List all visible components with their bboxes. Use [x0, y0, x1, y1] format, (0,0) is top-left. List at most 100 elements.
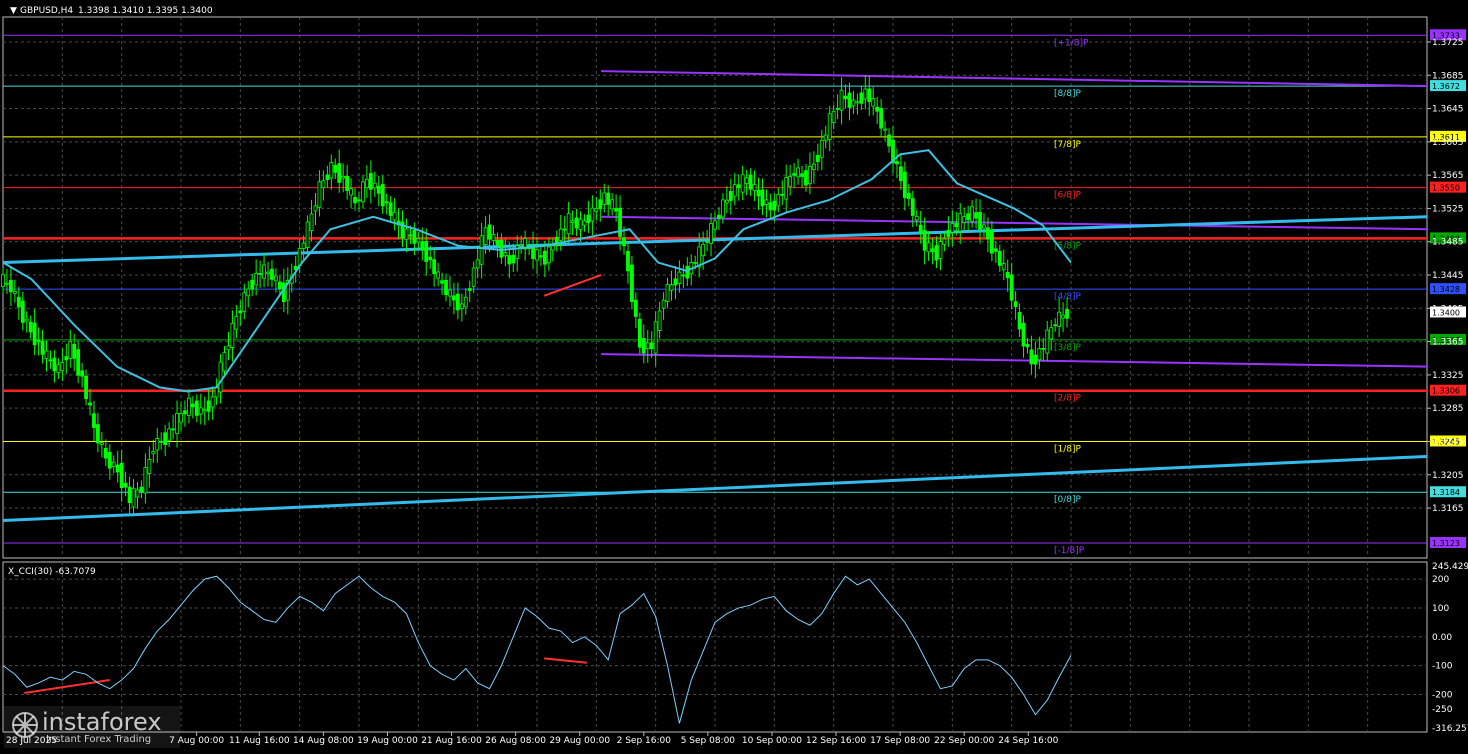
candle-body [946, 229, 951, 237]
candle-body [368, 173, 373, 190]
candle-body [483, 227, 488, 245]
candle-body [926, 242, 931, 253]
candle-body [637, 318, 642, 348]
ohlc-label: 1.3398 1.3410 1.3395 1.3400 [78, 6, 213, 16]
murray-level-label: [-1/8]P [1054, 546, 1085, 556]
candle-body [491, 234, 496, 242]
candle-body [171, 428, 175, 431]
cci-tick-label: 100 [1432, 604, 1449, 614]
candle-body [1041, 347, 1046, 350]
candle-body [645, 342, 650, 350]
candle-body [1033, 354, 1038, 365]
candle-body [151, 451, 156, 455]
candle-body [578, 218, 583, 230]
candle-body [103, 448, 108, 459]
murray-level-label: [4/8]P [1054, 292, 1082, 302]
cci-indicator-label[interactable]: X_CCI(30) -63.7079 [8, 567, 96, 577]
candle-body [859, 92, 864, 104]
time-tick-label: 10 Sep 00:00 [742, 736, 802, 746]
cci-tick-label: 245.429 [1432, 562, 1468, 572]
candle-body [574, 217, 579, 229]
candle-body [420, 241, 425, 251]
candle-body [982, 224, 986, 229]
murray-price-tag-text: 1.3123 [1432, 539, 1460, 548]
candle-body [942, 238, 947, 245]
candle-body [329, 162, 334, 179]
candle-body [179, 413, 183, 423]
candle-body [143, 467, 148, 494]
candle-body [1013, 301, 1018, 308]
price-axis-layer[interactable]: 1.3725 1.3685 1.3645 1.3605 1.3565 1.3525 1.34… [1427, 38, 1466, 514]
price-tick-label: 1.3325 [1432, 371, 1464, 381]
cci-tick-label: 200 [1432, 575, 1449, 585]
candle-body [463, 296, 468, 308]
murray-level-label: [6/8]P [1054, 191, 1082, 201]
candle-body [978, 211, 982, 230]
candle-body [622, 237, 626, 247]
candle-body [657, 310, 662, 331]
candle-body [910, 198, 915, 216]
candle-body [92, 413, 96, 428]
price-tick-label: 1.3205 [1432, 471, 1464, 481]
candle-body [341, 175, 346, 179]
candle-body [455, 293, 460, 311]
candle-body [503, 252, 508, 257]
candle-body [804, 170, 808, 186]
candle-body [693, 261, 698, 264]
candle-body [1061, 314, 1065, 319]
candle-body [811, 163, 816, 170]
candle-body [507, 255, 512, 265]
candle-body [721, 199, 725, 218]
candle-body [131, 487, 136, 508]
candle-body [135, 489, 140, 498]
price-tick-label: 1.3445 [1432, 271, 1464, 281]
candle-body [827, 113, 832, 140]
candle-body [740, 174, 745, 193]
candle-body [606, 192, 611, 205]
candle-body [309, 213, 314, 232]
candle-body [139, 486, 144, 493]
candle-body [202, 409, 207, 412]
candle-body [839, 89, 844, 111]
candle-body [851, 99, 856, 107]
candle-body [1057, 311, 1062, 328]
candle-body [190, 403, 195, 408]
symbol-header-arrow[interactable]: ▼ [10, 6, 17, 16]
candle-body [392, 211, 397, 221]
candle-body [902, 171, 907, 199]
candle-body [879, 107, 884, 129]
candle-body [479, 235, 484, 265]
candle-body [669, 284, 674, 291]
candle-body [701, 244, 706, 257]
candle-body [744, 177, 749, 184]
candle-body [1045, 329, 1050, 354]
candle-body [724, 199, 729, 204]
candle-body [408, 234, 413, 237]
candle-body [254, 273, 259, 286]
candle-body [84, 375, 88, 400]
candle-body [796, 167, 800, 178]
candle-body [831, 110, 836, 123]
price-tick-label: 1.3245 [1432, 437, 1464, 447]
candle-body [748, 174, 753, 190]
instaforex-logo-icon [12, 712, 38, 738]
candle-body [452, 295, 456, 301]
candle-body [80, 370, 85, 377]
candle-body [107, 451, 112, 469]
symbol-label[interactable]: GBPUSD,H4 [20, 6, 73, 16]
candle-body [843, 95, 848, 100]
candle-body [111, 461, 116, 468]
murray-price-tag-text: 1.3428 [1432, 285, 1460, 294]
candle-body [756, 189, 761, 197]
candle-body [444, 279, 448, 296]
candle-body [784, 177, 789, 200]
candle-body [673, 278, 678, 286]
price-tick-label: 1.3645 [1432, 105, 1464, 115]
price-tick-label: 1.3525 [1432, 204, 1464, 214]
candle-body [653, 321, 658, 354]
candle-body [800, 173, 804, 177]
cci-tick-label: -316.257 [1432, 724, 1468, 734]
candle-body [365, 178, 369, 189]
candle-body [5, 282, 9, 285]
candle-body [123, 482, 128, 488]
